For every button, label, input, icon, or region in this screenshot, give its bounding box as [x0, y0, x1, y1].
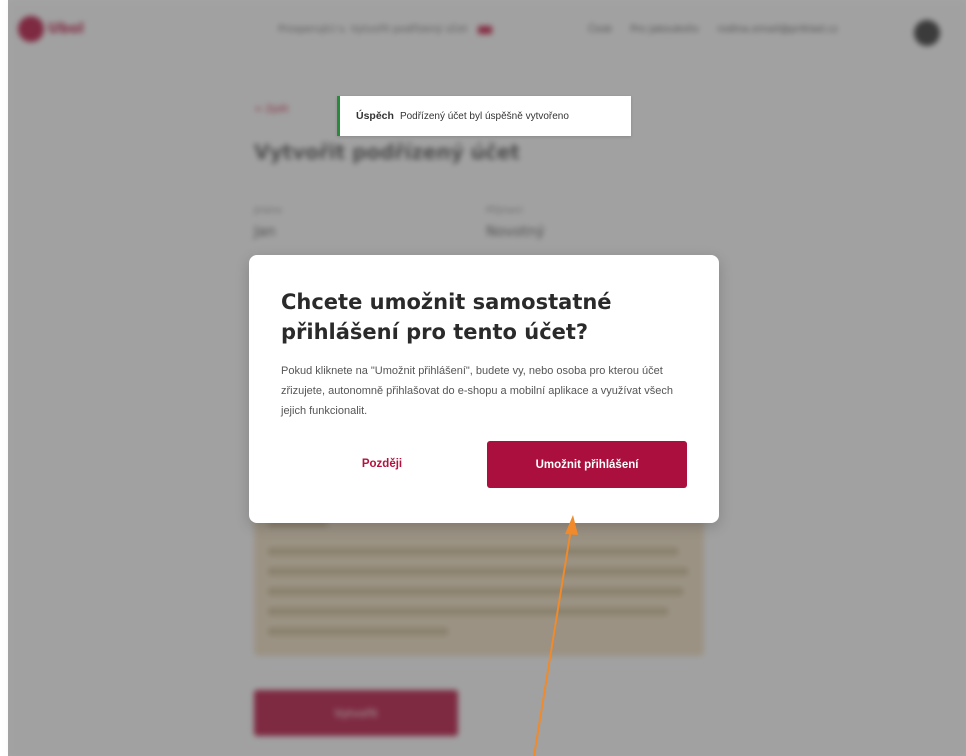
dialog-title: Chcete umožnit samostatné přihlášení pro… [281, 290, 612, 344]
toast-message: Podřízený účet byl úspěšně vytvořeno [399, 110, 569, 122]
allow-login-button[interactable]: Umožnit přihlášení [487, 441, 687, 488]
success-toast: Úspěch Podřízený účet byl úspěšně vytvoř… [337, 96, 631, 136]
allow-login-dialog: Chcete umožnit samostatné přihlášení pro… [249, 255, 719, 523]
toast-title: Úspěch [356, 110, 394, 122]
later-button[interactable]: Později [297, 441, 467, 487]
dialog-description: Pokud kliknete na "Umožnit přihlášení", … [281, 365, 673, 417]
